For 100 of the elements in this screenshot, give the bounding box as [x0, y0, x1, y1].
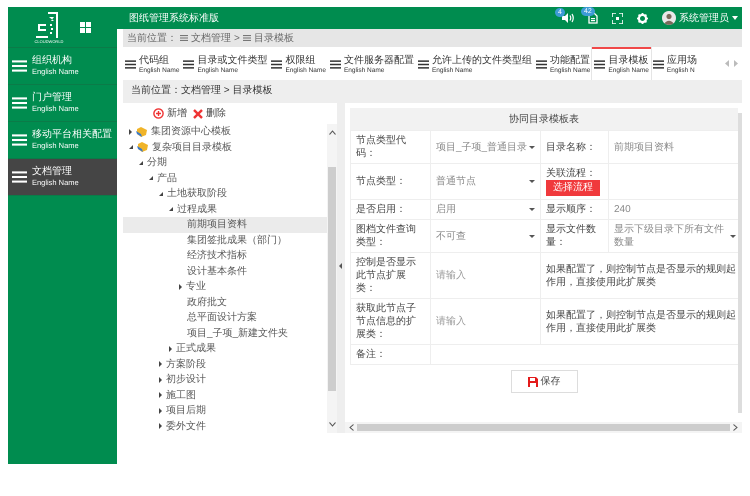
delete-button[interactable]: 删除 [193, 106, 226, 121]
tree-item[interactable]: 前期项目资料 [123, 217, 327, 232]
scroll-up-icon[interactable] [328, 130, 336, 135]
tree-item[interactable]: 产品 [123, 170, 327, 186]
breadcrumb: 当前位置：文档管理 > 目录模板 [131, 84, 272, 98]
collapse-icon[interactable] [129, 145, 133, 150]
scrollbar-thumb[interactable] [328, 166, 336, 390]
scrollbar[interactable] [327, 124, 337, 433]
template-icon [137, 142, 148, 152]
menu-icon [594, 60, 606, 69]
tree-item[interactable]: 政府批文 [123, 294, 327, 310]
field-label: 节点类型代码： [356, 135, 406, 159]
menu-icon [183, 60, 194, 69]
scroll-right-icon[interactable] [733, 424, 738, 431]
expand-icon[interactable] [179, 284, 182, 290]
menu-icon [12, 97, 27, 109]
breadcrumb-link[interactable]: 目录模板 [254, 30, 294, 46]
caret-icon [529, 234, 535, 238]
breadcrumb-label: 当前位置： [127, 32, 177, 46]
collapse-icon[interactable] [149, 176, 153, 180]
menu-icon [271, 60, 282, 69]
caret-icon [529, 180, 535, 183]
scrollbar[interactable] [738, 113, 742, 413]
collapse-icon[interactable] [169, 207, 173, 212]
menu-icon [180, 35, 188, 41]
field-label: 显示文件数量： [546, 224, 596, 248]
close-icon [193, 108, 203, 118]
tree-item[interactable]: 施工图 [123, 388, 327, 403]
field-value: 240 [614, 204, 631, 215]
expand-icon[interactable] [159, 361, 162, 368]
hint-text: 如果配置了，则控制节点是否显示的规则起作用，直接使用此扩展类 [546, 264, 736, 288]
tree-item[interactable]: 项目_子项_新建文件夹 [123, 326, 327, 341]
field-label: 图档文件查询类型： [356, 224, 416, 248]
expand-icon[interactable] [159, 376, 162, 383]
settings-icon[interactable] [637, 12, 648, 24]
expand-icon[interactable] [159, 408, 162, 414]
expand-icon[interactable] [129, 128, 132, 135]
grid-icon[interactable] [80, 22, 91, 32]
field-label: 关联流程： [546, 167, 597, 180]
menu-icon [242, 35, 251, 41]
tree-item[interactable]: 正式成果 [123, 341, 327, 356]
form-title: 协同目录模板表 [509, 112, 579, 126]
input-field[interactable]: 请输入 [430, 252, 540, 298]
tree-item[interactable]: 集团资源中心模板 [123, 124, 327, 140]
scroll-left-icon[interactable] [349, 424, 354, 431]
field-label: 备注： [356, 349, 386, 360]
tree-item[interactable]: 复杂项目目录模板 [123, 140, 327, 155]
menu-icon [330, 60, 341, 69]
caret-icon [529, 208, 535, 211]
add-icon [153, 108, 164, 119]
tree-item[interactable]: 经济技术指标 [123, 248, 327, 264]
collapse-handle-icon[interactable] [339, 263, 342, 269]
field-label: 是否启用： [356, 204, 406, 215]
field-label: 节点类型： [356, 176, 406, 187]
tree-item[interactable]: 设计基本条件 [123, 264, 327, 279]
tree-item[interactable]: 委外文件 [123, 418, 327, 433]
document-icon[interactable] [588, 12, 598, 24]
collapse-icon[interactable] [159, 192, 163, 196]
tree-item[interactable]: 总平面设计方案 [123, 310, 327, 326]
breadcrumb-link[interactable]: 文档管理 [191, 30, 231, 46]
expand-icon[interactable] [159, 392, 162, 398]
menu-icon [536, 60, 547, 69]
avatar-icon[interactable] [662, 11, 676, 25]
tree-item[interactable]: 方案阶段 [123, 356, 327, 372]
expand-icon[interactable] [169, 346, 172, 352]
save-icon [528, 376, 538, 386]
field-label: 目录名称： [546, 142, 596, 152]
text-input[interactable]: 请输入 [436, 269, 535, 282]
input-field[interactable]: 请输入 [430, 298, 540, 344]
scroll-down-icon[interactable] [328, 422, 336, 427]
collapse-icon[interactable] [139, 160, 143, 165]
tree-item[interactable]: 专业 [123, 279, 327, 294]
user-name[interactable]: 系统管理员 [679, 10, 729, 26]
menu-icon [418, 60, 429, 69]
field-label: 控制是否显示此节点扩展类： [356, 257, 416, 294]
hint-text: 如果配置了，则控制节点是否显示的规则起作用，直接使用此扩展类 [546, 310, 736, 334]
tree-item[interactable]: 分期 [123, 155, 327, 170]
add-button[interactable]: 新增 [153, 106, 187, 121]
menu-icon [652, 60, 664, 69]
template-icon [136, 126, 147, 137]
expand-icon[interactable] [159, 423, 162, 430]
menu-icon [12, 134, 27, 146]
tree-item[interactable]: 过程成果 [123, 202, 327, 217]
field-value: 前期项目资料 [614, 142, 674, 152]
fullscreen-icon[interactable] [612, 12, 623, 24]
breadcrumb-separator: > [234, 32, 240, 46]
speaker-icon[interactable] [562, 13, 574, 23]
tree-item[interactable]: 项目后期 [123, 403, 327, 418]
field-label: 显示顺序： [546, 204, 596, 215]
tree-item[interactable]: 土地获取阶段 [123, 186, 327, 202]
save-button[interactable]: 保存 [510, 370, 578, 393]
tree-item[interactable]: 初步设计 [123, 372, 327, 388]
caret-icon[interactable] [732, 16, 738, 20]
scrollbar[interactable] [345, 422, 742, 433]
scrollbar-thumb[interactable] [357, 424, 730, 431]
text-input[interactable]: 请输入 [436, 315, 535, 328]
select-process-button[interactable]: 选择流程 [546, 180, 600, 196]
menu-icon [12, 171, 27, 183]
tree-item[interactable]: 集团签批成果（部门） [123, 232, 327, 248]
field-label: 获取此节点子节点信息的扩展类： [356, 303, 416, 340]
